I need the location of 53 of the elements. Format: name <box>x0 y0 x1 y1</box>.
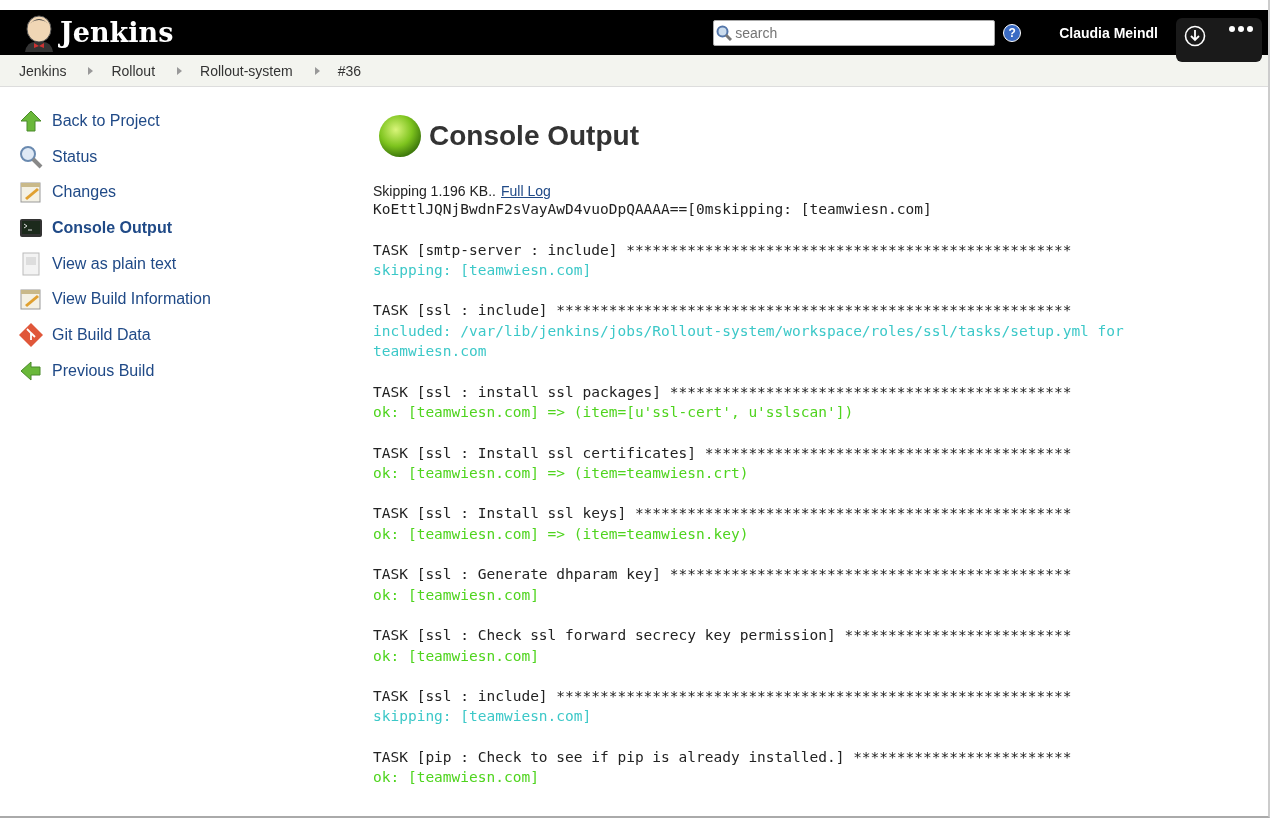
breadcrumb-link[interactable]: #36 <box>337 62 361 79</box>
console-line: TASK [smtp-server : include] *************************************************** <box>373 241 1072 258</box>
sidebar-link[interactable]: View Build Information <box>52 290 211 309</box>
sidebar-link[interactable]: Git Build Data <box>52 325 151 344</box>
chevron-icon <box>177 66 183 75</box>
more-icon[interactable] <box>1228 25 1254 33</box>
sidebar-link[interactable]: Status <box>52 147 98 166</box>
console-line: ok: [teamwiesn.com] => (item=[u'ssl-cert', u'sslscan']) <box>373 403 854 420</box>
download-icon[interactable] <box>1184 25 1206 47</box>
search-field[interactable]: search <box>713 19 996 46</box>
console-line: TASK [ssl : include] *********************************************************** <box>373 302 1072 319</box>
chevron-icon <box>314 66 320 75</box>
skipped-note: Skipping 1.196 KB.. <box>373 183 496 199</box>
console-line: ok: [teamwiesn.com] <box>373 769 539 786</box>
full-log-link[interactable]: Full Log <box>501 183 551 199</box>
status-ball-icon <box>377 113 423 159</box>
console-line: ok: [teamwiesn.com] => (item=teamwiesn.crt) <box>373 464 749 481</box>
breadcrumb-link[interactable]: Rollout <box>111 62 156 79</box>
console-line: skipping: [teamwiesn.com] <box>373 261 592 278</box>
console-line: ok: [teamwiesn.com] <box>373 647 539 664</box>
console-line: KoEttlJQNjBwdnF2sVayAwD4vuoDpQAAAA==[0mskipping: [teamwiesn.com] <box>373 201 932 217</box>
console-line: TASK [ssl : Check ssl forward secrecy key permission] ************************** <box>373 627 1072 644</box>
breadcrumb-link[interactable]: Jenkins <box>19 62 67 79</box>
console-line: TASK [ssl : install ssl packages] ********************************************** <box>373 383 1072 400</box>
sidebar-link[interactable]: Changes <box>52 183 117 202</box>
up-arrow-icon <box>19 108 43 133</box>
console-line: TASK [ssl : Install ssl keys] ************************************************** <box>373 505 1072 522</box>
search-icon <box>716 24 733 41</box>
notepad-icon <box>19 287 43 312</box>
console-line: TASK [ssl : Generate dhparam key] ********************************************** <box>373 566 1072 583</box>
console-line: included: /var/lib/jenkins/jobs/Rollout-system/workspace/roles/ssl/tasks/setup.yml for teamwiesn.com <box>373 322 1125 360</box>
console-line: TASK [ssl : Install ssl certificates] ****************************************** <box>373 444 1072 461</box>
sidebar-link[interactable]: Console Output <box>52 218 172 237</box>
console-line: TASK [pip : Check to see if pip is already installed.] ************************* <box>373 749 1072 765</box>
breadcrumb-link[interactable]: Rollout-system <box>200 62 293 79</box>
notepad-icon <box>19 180 43 205</box>
logo-text[interactable]: Jenkins <box>60 17 174 48</box>
page-title: Console Output <box>429 120 639 152</box>
user-link[interactable]: Claudia Meindl <box>1059 24 1158 41</box>
console-line: ok: [teamwiesn.com] => (item=teamwiesn.key) <box>373 525 749 542</box>
left-arrow-icon <box>19 358 43 383</box>
sidebar-link[interactable]: Previous Build <box>52 361 155 380</box>
chevron-icon <box>88 66 94 75</box>
console-line: TASK [ssl : include] *********************************************************** <box>373 688 1072 705</box>
console-line: skipping: [teamwiesn.com] <box>373 708 592 725</box>
git-icon <box>19 322 43 347</box>
console-line: ok: [teamwiesn.com] <box>373 586 539 603</box>
magnifier-icon <box>19 144 43 169</box>
sidebar-link[interactable]: Back to Project <box>52 111 160 130</box>
butler-logo-icon <box>22 13 56 52</box>
page-icon <box>19 251 43 276</box>
sidebar-link[interactable]: View as plain text <box>52 254 177 273</box>
help-button[interactable]: ? <box>1003 23 1022 42</box>
